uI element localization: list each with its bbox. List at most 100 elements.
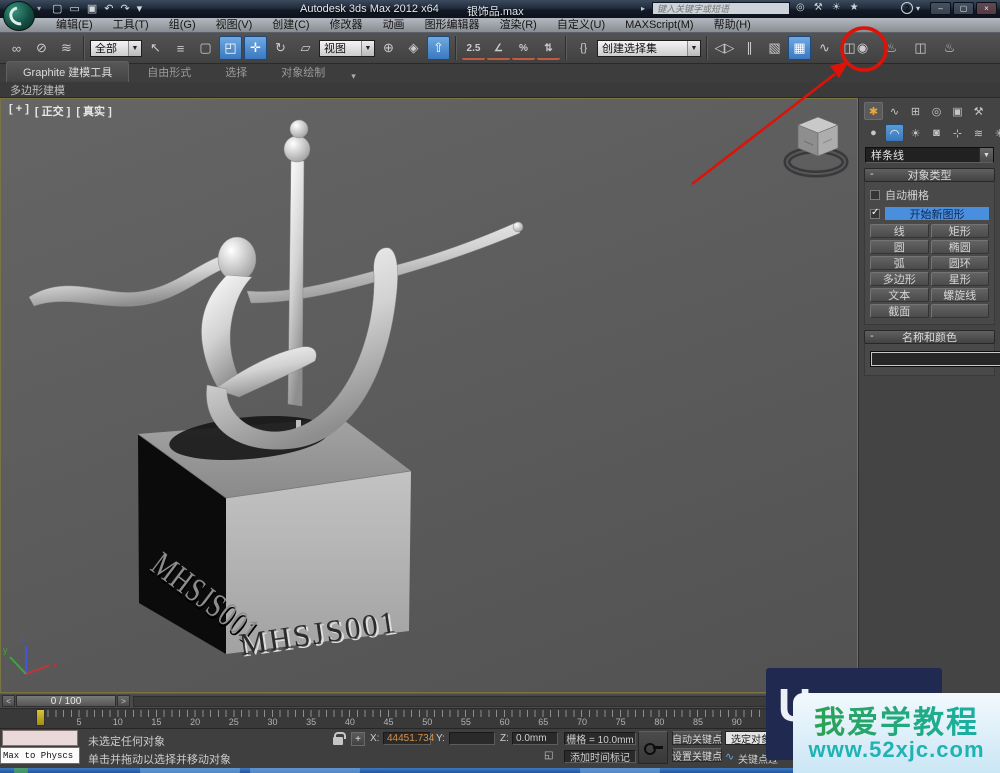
shape-button[interactable]: 椭圆: [931, 240, 990, 254]
start-new-shape-button[interactable]: 开始新图形: [885, 207, 989, 220]
material-editor-icon[interactable]: ◉: [851, 36, 874, 60]
name-color-rollout-header[interactable]: - 名称和颜色: [864, 330, 995, 344]
layer-manager-icon[interactable]: ▧: [763, 36, 786, 60]
favorites-icon[interactable]: ★: [850, 2, 859, 13]
dropdown-arrow-icon[interactable]: ▼: [979, 148, 993, 162]
undo-icon[interactable]: ↶: [104, 2, 113, 15]
shape-button[interactable]: 文本: [870, 288, 929, 302]
select-and-move-icon[interactable]: ✛: [244, 36, 267, 60]
track-bar[interactable]: 051015202530354045505560657075808590: [0, 708, 858, 728]
dropdown-arrow-icon[interactable]: ▼: [687, 41, 700, 56]
ribbon-toggle-icon[interactable]: ▦: [788, 36, 811, 60]
display-tab-icon[interactable]: ▣: [948, 102, 967, 120]
redo-icon[interactable]: ↷: [120, 2, 129, 15]
dropdown-arrow-icon[interactable]: ▼: [128, 41, 141, 56]
shape-button[interactable]: 圆环: [931, 256, 990, 270]
taskbar-item[interactable]: [140, 768, 240, 773]
menu-item[interactable]: 创建(C): [262, 18, 319, 32]
shape-button[interactable]: 线: [870, 224, 929, 238]
quick-access-dropdown-icon[interactable]: ▾: [137, 2, 143, 15]
ribbon-panel-label[interactable]: 多边形建模: [0, 82, 65, 98]
open-file-icon[interactable]: ▭: [69, 2, 79, 15]
maxscript-mini-listener[interactable]: [2, 730, 78, 746]
set-keys-button[interactable]: [638, 731, 668, 764]
viewport-label-menu[interactable]: [ 正交 ]: [35, 103, 70, 119]
next-frame-button[interactable]: >: [117, 695, 130, 707]
menu-item[interactable]: 修改器: [320, 18, 373, 32]
shape-category-dropdown[interactable]: 样条线 ▼: [865, 147, 994, 163]
percent-snap-icon[interactable]: %: [512, 38, 535, 60]
menu-item[interactable]: 帮助(H): [704, 18, 761, 32]
rendered-frame-window-icon[interactable]: ◫: [909, 36, 932, 60]
render-setup-icon[interactable]: ♨: [880, 36, 903, 60]
rollout-collapse-icon[interactable]: -: [870, 330, 874, 342]
maxscript-listener-line[interactable]: Max to Physcs (: [0, 747, 80, 764]
select-and-manipulate-icon[interactable]: ◈: [402, 36, 425, 60]
current-frame-marker[interactable]: [36, 709, 45, 726]
set-key-button[interactable]: 设置关键点: [672, 748, 722, 762]
bind-to-space-warp-icon[interactable]: ≋: [55, 36, 78, 60]
ribbon-options-icon[interactable]: ▾: [343, 71, 364, 82]
3ds-max-logo-icon[interactable]: [3, 1, 35, 31]
taskbar-item[interactable]: [580, 768, 660, 773]
curve-editor-icon[interactable]: ∿: [813, 36, 836, 60]
window-crossing-icon[interactable]: ◰: [219, 36, 242, 60]
help-dropdown-icon[interactable]: ▾: [916, 4, 920, 13]
space-warps-icon[interactable]: ≋: [969, 124, 988, 142]
shapes-icon[interactable]: ◠: [885, 124, 904, 142]
start-orb[interactable]: [14, 768, 28, 773]
autogrid-checkbox[interactable]: [870, 190, 880, 200]
shape-button[interactable]: 矩形: [931, 224, 990, 238]
spinner-snap-icon[interactable]: ⇅: [537, 38, 560, 60]
search-icon[interactable]: ◎: [796, 2, 805, 13]
align-icon[interactable]: ∥: [738, 36, 761, 60]
select-and-rotate-icon[interactable]: ↻: [269, 36, 292, 60]
utilities-tab-icon[interactable]: ⚒: [969, 102, 988, 120]
menu-item[interactable]: MAXScript(M): [615, 18, 703, 32]
menu-item[interactable]: 渲染(R): [490, 18, 547, 32]
menu-item[interactable]: 工具(T): [103, 18, 159, 32]
menu-item[interactable]: 组(G): [159, 18, 206, 32]
statue-figure[interactable]: [29, 120, 523, 449]
menu-item[interactable]: 编辑(E): [46, 18, 103, 32]
lights-icon[interactable]: ☀: [906, 124, 925, 142]
render-production-icon[interactable]: ♨: [938, 36, 961, 60]
hierarchy-tab-icon[interactable]: ⊞: [906, 102, 925, 120]
menu-item[interactable]: 视图(V): [206, 18, 263, 32]
angle-snap-icon[interactable]: ∠: [487, 38, 510, 60]
viewcube[interactable]: [787, 117, 845, 174]
select-by-name-icon[interactable]: ≡: [169, 36, 192, 60]
new-file-icon[interactable]: ▢: [52, 2, 62, 15]
viewport-label-menu[interactable]: [ 真实 ]: [76, 103, 111, 119]
reference-coordinate-dropdown[interactable]: 视图 ▼: [319, 40, 375, 57]
select-object-icon[interactable]: ↖: [144, 36, 167, 60]
app-menu-caret-icon[interactable]: ▾: [37, 4, 41, 13]
shape-button[interactable]: 弧: [870, 256, 929, 270]
close-button[interactable]: ×: [976, 2, 997, 15]
modify-tab-icon[interactable]: ∿: [885, 102, 904, 120]
tools-icon[interactable]: ⚒: [814, 2, 823, 13]
search-expand-icon[interactable]: ▸: [641, 4, 645, 13]
shape-button[interactable]: 多边形: [870, 272, 929, 286]
shape-name-input[interactable]: [870, 351, 1000, 367]
systems-icon[interactable]: ✳: [990, 124, 1000, 142]
menu-item[interactable]: 动画: [373, 18, 415, 32]
helpers-icon[interactable]: ⊹: [948, 124, 967, 142]
selection-filter-dropdown[interactable]: 全部 ▼: [90, 40, 142, 57]
time-slider-handle[interactable]: 0 / 100: [16, 695, 116, 707]
key-filters-icon[interactable]: ∿: [725, 750, 734, 763]
select-and-scale-icon[interactable]: ▱: [294, 36, 317, 60]
x-coordinate-field[interactable]: 44451.734: [383, 732, 431, 745]
select-and-link-icon[interactable]: ∞: [5, 36, 28, 60]
geometry-icon[interactable]: ●: [864, 124, 883, 142]
create-tab-icon[interactable]: ✱: [864, 102, 883, 120]
shape-button[interactable]: 圆: [870, 240, 929, 254]
time-tag-icon[interactable]: ◱: [544, 750, 553, 761]
cameras-icon[interactable]: ◙: [927, 124, 946, 142]
shape-button[interactable]: 星形: [931, 272, 990, 286]
shape-button[interactable]: 截面: [870, 304, 929, 318]
communication-center-icon[interactable]: ☀: [832, 2, 841, 13]
use-pivot-point-center-icon[interactable]: ⊕: [377, 36, 400, 60]
auto-key-button[interactable]: 自动关键点: [672, 731, 722, 745]
object-type-rollout-header[interactable]: - 对象类型: [864, 168, 995, 182]
